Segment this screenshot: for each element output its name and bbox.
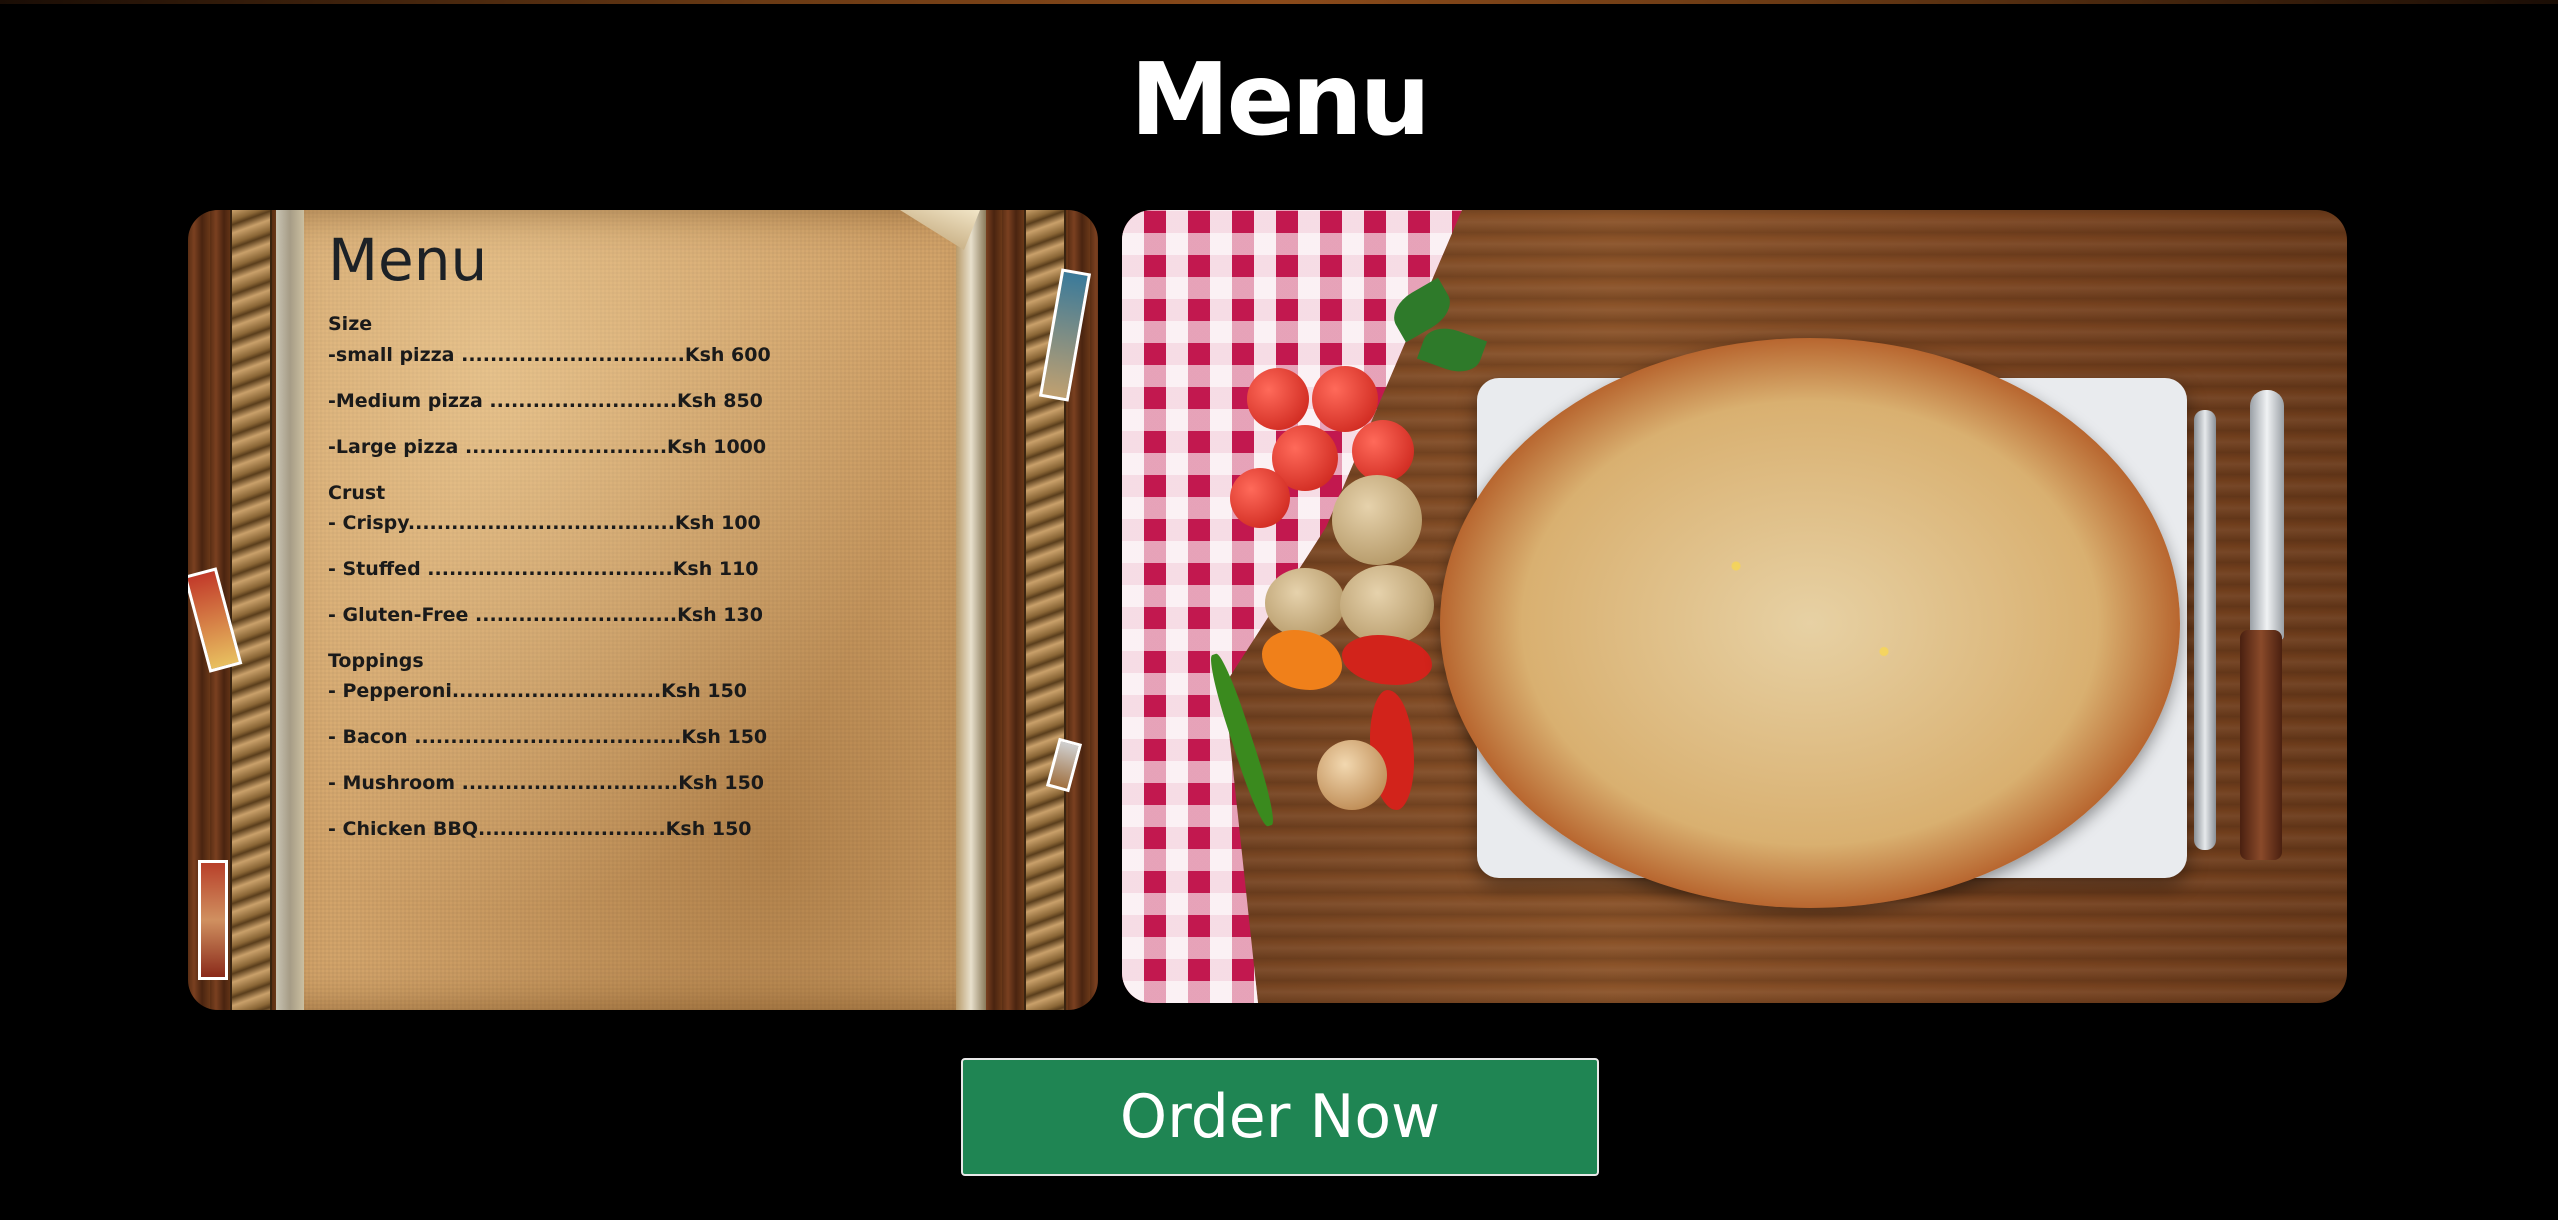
menu-section-size: Size	[328, 313, 372, 335]
shallot	[1317, 740, 1387, 810]
menu-item: - Stuffed ..............................…	[328, 558, 759, 580]
section-title: Size	[328, 313, 373, 335]
menu-card-image: Menu Size -small pizza .................…	[188, 210, 1098, 1010]
menu-item: -Medium pizza ..........................…	[328, 390, 763, 412]
top-border	[0, 0, 2558, 4]
menu-item: - Gluten-Free ..........................…	[328, 604, 763, 626]
menu-item: - Crispy................................…	[328, 512, 761, 534]
pepper-slice	[1342, 635, 1432, 685]
mushroom	[1340, 565, 1434, 645]
menu-list: Menu Size -small pizza .................…	[328, 220, 788, 840]
cherry-tomato	[1247, 368, 1309, 430]
knife-blade	[2250, 390, 2284, 640]
cherry-tomato	[1230, 468, 1290, 528]
order-now-button[interactable]: Order Now	[961, 1058, 1599, 1176]
mushroom	[1265, 568, 1345, 638]
menu-item: - Mushroom .............................…	[328, 772, 765, 794]
section-title: Toppings	[328, 650, 424, 672]
menu-item: -small pizza ...........................…	[328, 344, 771, 366]
menu-item: - Pepperoni.............................…	[328, 680, 748, 702]
pizza	[1440, 338, 2180, 908]
fork	[2194, 410, 2216, 850]
cherry-tomato	[1312, 366, 1378, 432]
menu-item: - Chicken BBQ..........................K…	[328, 818, 752, 840]
menu-item: - Bacon ................................…	[328, 726, 768, 748]
menu-item: -Large pizza ...........................…	[328, 436, 767, 458]
mushroom	[1332, 475, 1422, 565]
photo-corner	[198, 860, 228, 980]
section-title: Crust	[328, 482, 386, 504]
page-title: Menu	[1130, 41, 1431, 158]
rope-decoration-left	[230, 210, 272, 1010]
menu-card-heading: Menu	[328, 226, 488, 294]
pepper-slice	[1262, 630, 1342, 690]
knife-handle	[2240, 630, 2282, 860]
pizza-photo	[1122, 210, 2347, 1003]
cherry-tomato	[1352, 420, 1414, 482]
